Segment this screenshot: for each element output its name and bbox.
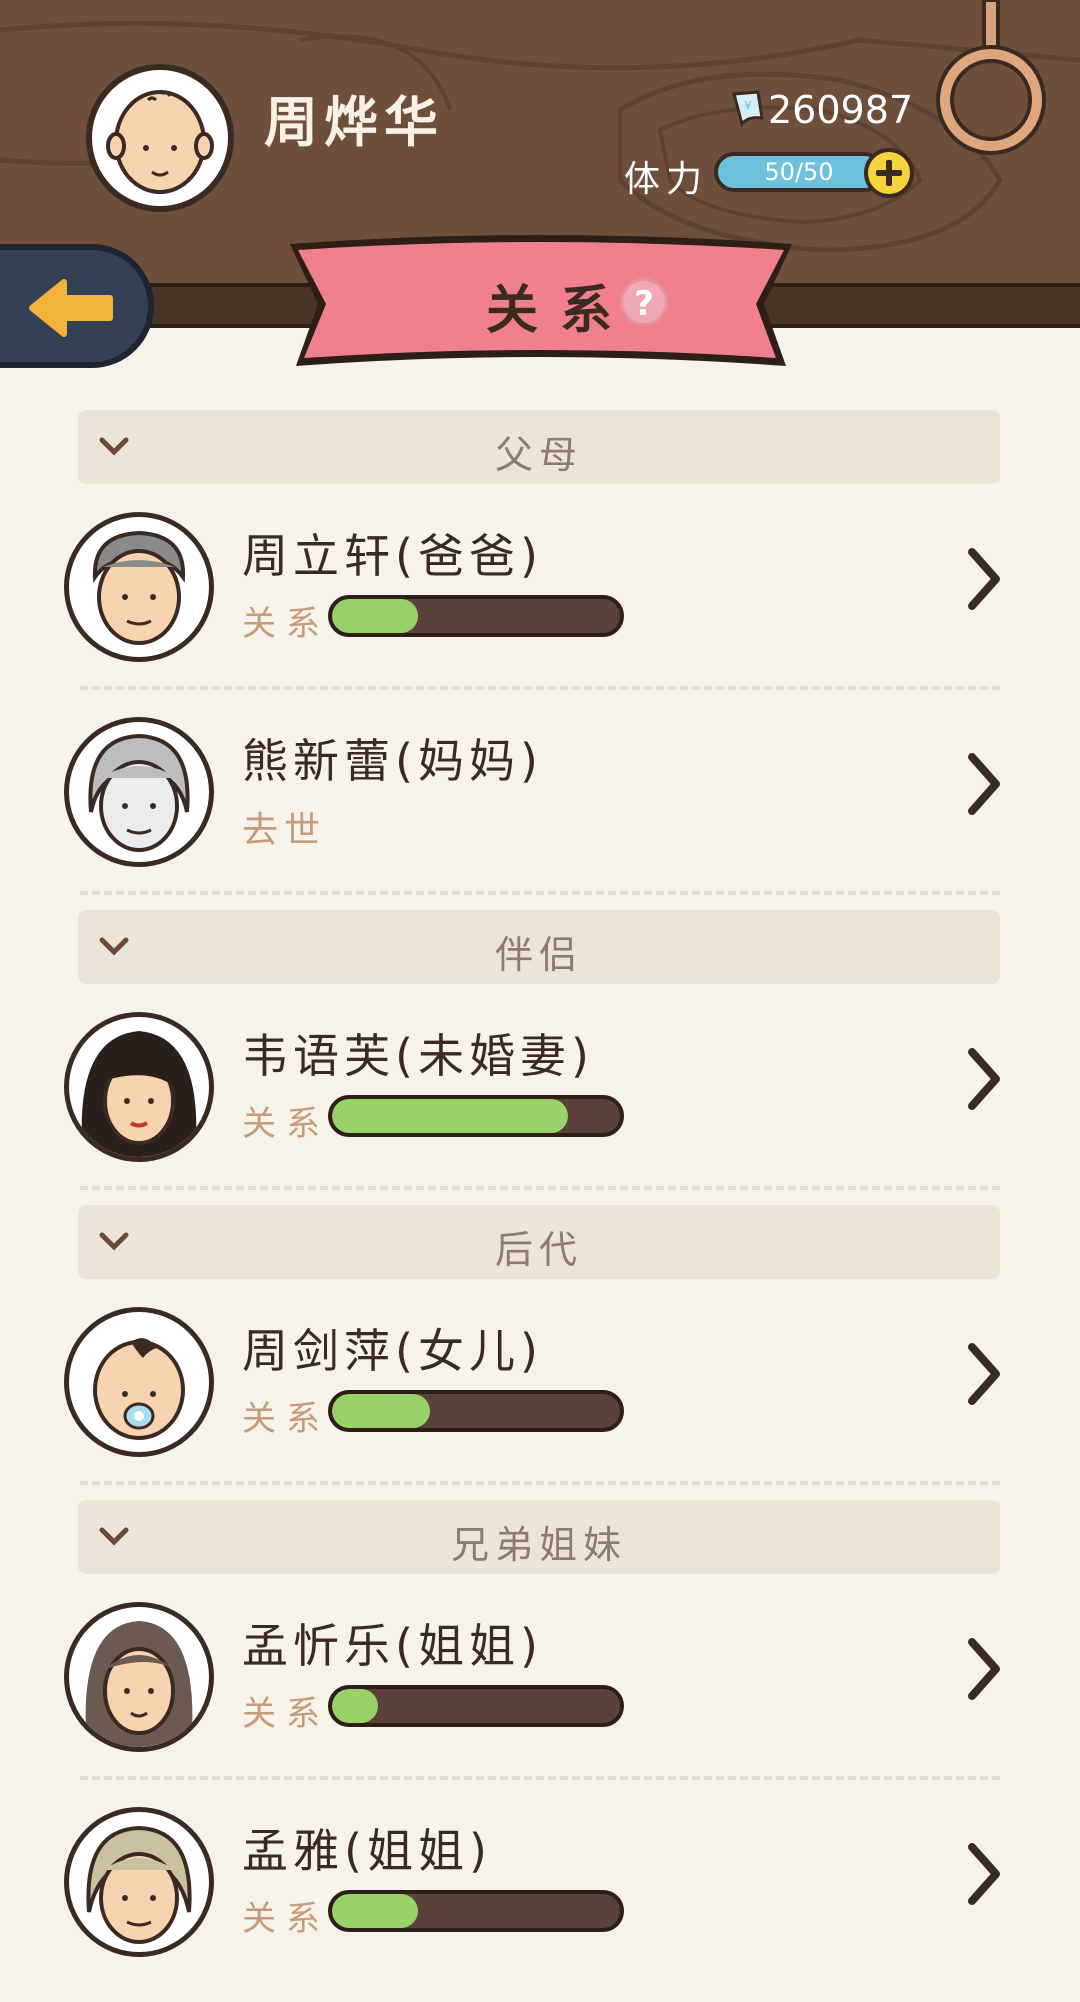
list-item[interactable]: 周剑萍(女儿) 关系 [0,1297,1080,1502]
money-bill-icon: ¥ [732,90,764,128]
relationship-label: 关系 [242,1399,330,1439]
old-woman-face-icon [88,733,190,852]
person-name: 孟雅(姐姐) [242,1824,492,1878]
woman-avatar [64,1012,214,1162]
section-siblings[interactable]: 兄弟姐妹 [78,1500,1000,1574]
old-man-avatar [64,512,214,662]
baby-pacifier-icon [93,1338,185,1440]
stamina-value: 50/50 [764,158,834,186]
chevron-right-icon [968,1638,1000,1700]
chevron-right-icon [968,1048,1000,1110]
hanging-ring-icon[interactable] [936,0,1046,160]
old-woman-grey-avatar [64,717,214,867]
list-item[interactable]: 孟雅(姐姐) 关系 [0,1797,1080,2002]
person-name: 孟忻乐(姐姐) [242,1619,543,1673]
section-parents[interactable]: 父母 [78,410,1000,484]
woman-long-hair-avatar [64,1602,214,1752]
relationship-label: 关系 [242,1694,330,1734]
old-woman-bun-face-icon [86,1825,192,1944]
divider [80,686,1000,690]
add-stamina-button[interactable] [864,148,914,198]
divider [80,891,1000,895]
player-name: 周烨华 [264,91,444,154]
section-partner[interactable]: 伴侣 [78,910,1000,984]
woman-face-icon [81,1031,197,1157]
baby-avatar [64,1307,214,1457]
list-item[interactable]: 周立轩(爸爸) 关系 [0,502,1080,707]
plus-icon [876,160,902,186]
money-amount: 260987 [768,88,914,132]
status-text: 去世 [242,810,327,851]
relationship-label: 关系 [242,1104,330,1144]
stamina-label: 体力 [624,159,709,200]
old-woman-avatar [64,1807,214,1957]
section-title: 父母 [494,433,583,477]
relationship-bar-fill [332,1394,430,1428]
person-name: 周立轩(爸爸) [242,529,543,583]
relationship-bar [328,1890,624,1932]
back-arrow-icon [29,279,113,337]
woman-long-hair-face-icon [85,1621,193,1747]
relationship-label: 关系 [242,604,330,644]
back-button[interactable] [0,244,154,368]
chevron-right-icon [968,753,1000,815]
relationship-bar [328,1685,624,1727]
divider [80,1776,1000,1780]
help-button[interactable]: ? [620,278,668,326]
section-descendants[interactable]: 后代 [78,1205,1000,1279]
section-title: 后代 [494,1228,583,1272]
list-item[interactable]: 孟忻乐(姐姐) 关系 [0,1592,1080,1797]
divider [80,1481,1000,1485]
person-name: 熊新蕾(妈妈) [242,734,543,788]
relationship-label: 关系 [242,1899,330,1939]
person-name: 韦语芙(未婚妻) [242,1029,594,1083]
relationship-bar-fill [332,599,419,633]
player-avatar[interactable] [86,64,234,212]
chevron-right-icon [968,1843,1000,1905]
page-title: 关系 [486,281,635,341]
list-item[interactable]: 韦语芙(未婚妻) 关系 [0,1002,1080,1207]
svg-text:¥: ¥ [744,99,752,113]
stamina-bar: 50/50 [714,152,884,192]
baby-face-icon [106,90,214,194]
relationship-bar-fill [332,1099,569,1133]
old-man-face-icon [92,530,186,645]
person-name: 周剑萍(女儿) [242,1324,543,1378]
list-item[interactable]: 熊新蕾(妈妈) 去世 [0,707,1080,912]
section-title: 伴侣 [494,933,583,977]
relationship-bar [328,1095,624,1137]
relationship-bar-fill [332,1689,379,1723]
section-title: 兄弟姐妹 [450,1523,627,1567]
relationship-bar-fill [332,1894,419,1928]
relationship-bar [328,1390,624,1432]
divider [80,1186,1000,1190]
relationship-bar [328,595,624,637]
chevron-right-icon [968,548,1000,610]
chevron-right-icon [968,1343,1000,1405]
